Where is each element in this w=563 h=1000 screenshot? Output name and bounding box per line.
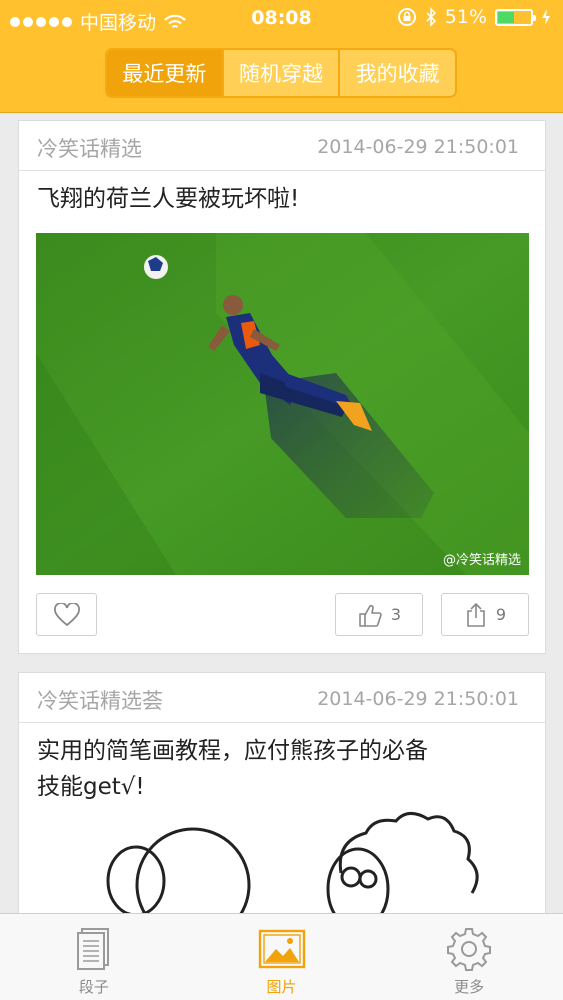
status-right: 51% (397, 6, 551, 28)
tab-label: 图片 (266, 978, 297, 996)
image-watermark: @冷笑话精选 (442, 553, 521, 568)
tab-more[interactable]: 更多 (375, 914, 563, 1000)
header-bar: 中国移动 08:08 51% 最近更新 随机穿越 我的收藏 (0, 0, 563, 113)
like-count: 3 (390, 605, 402, 624)
charging-icon (542, 9, 550, 25)
battery-icon (495, 8, 536, 26)
share-count: 9 (495, 605, 507, 624)
post-date: 2014-06-29 21:50:01 (317, 136, 519, 158)
segment-latest[interactable]: 最近更新 (107, 50, 224, 96)
segment-random[interactable]: 随机穿越 (224, 50, 341, 96)
favorite-button[interactable] (36, 593, 97, 636)
post-image[interactable]: @冷笑话精选 (36, 233, 529, 575)
thumbs-up-icon (359, 604, 382, 627)
share-button[interactable]: 9 (441, 593, 529, 636)
post-source[interactable]: 冷笑话精选 (37, 133, 142, 163)
post-title-line-1: 实用的简笔画教程，应付熊孩子的必备 (37, 738, 428, 764)
battery-fill (498, 11, 515, 23)
post-source[interactable]: 冷笑话精选荟 (37, 685, 163, 715)
post-date: 2014-06-29 21:50:01 (317, 688, 519, 710)
picture-icon (258, 929, 305, 969)
orientation-lock-icon (397, 8, 416, 26)
post-title: 飞翔的荷兰人要被玩坏啦! (37, 186, 300, 212)
status-bar: 中国移动 08:08 51% (0, 0, 563, 38)
like-button[interactable]: 3 (335, 593, 423, 636)
segment-favorites[interactable]: 我的收藏 (340, 50, 455, 96)
share-icon (467, 602, 485, 627)
post-card[interactable]: 冷笑话精选荟 2014-06-29 21:50:01 实用的简笔画教程，应付熊孩… (18, 672, 546, 933)
gear-icon (447, 928, 492, 971)
category-segmented-control: 最近更新 随机穿越 我的收藏 (105, 48, 457, 98)
tab-bar: 段子 图片 更多 (0, 913, 563, 1000)
post-header: 冷笑话精选 2014-06-29 21:50:01 (19, 121, 545, 171)
post-header: 冷笑话精选荟 2014-06-29 21:50:01 (19, 673, 545, 723)
heart-icon (53, 602, 80, 626)
soccer-header-photo (36, 233, 529, 575)
tab-pictures[interactable]: 图片 (188, 914, 376, 1000)
post-card[interactable]: 冷笑话精选 2014-06-29 21:50:01 飞翔的荷兰人要被玩坏啦! @… (18, 120, 546, 654)
tab-label: 段子 (78, 978, 109, 996)
tab-jokes[interactable]: 段子 (0, 914, 188, 1000)
post-title-line-2: 技能get√! (37, 774, 145, 800)
post-title: 实用的简笔画教程，应付熊孩子的必备 技能get√! (19, 723, 545, 805)
bluetooth-icon (426, 7, 436, 27)
document-icon (76, 928, 109, 970)
battery-percent: 51% (444, 6, 487, 28)
tab-label: 更多 (454, 978, 485, 996)
